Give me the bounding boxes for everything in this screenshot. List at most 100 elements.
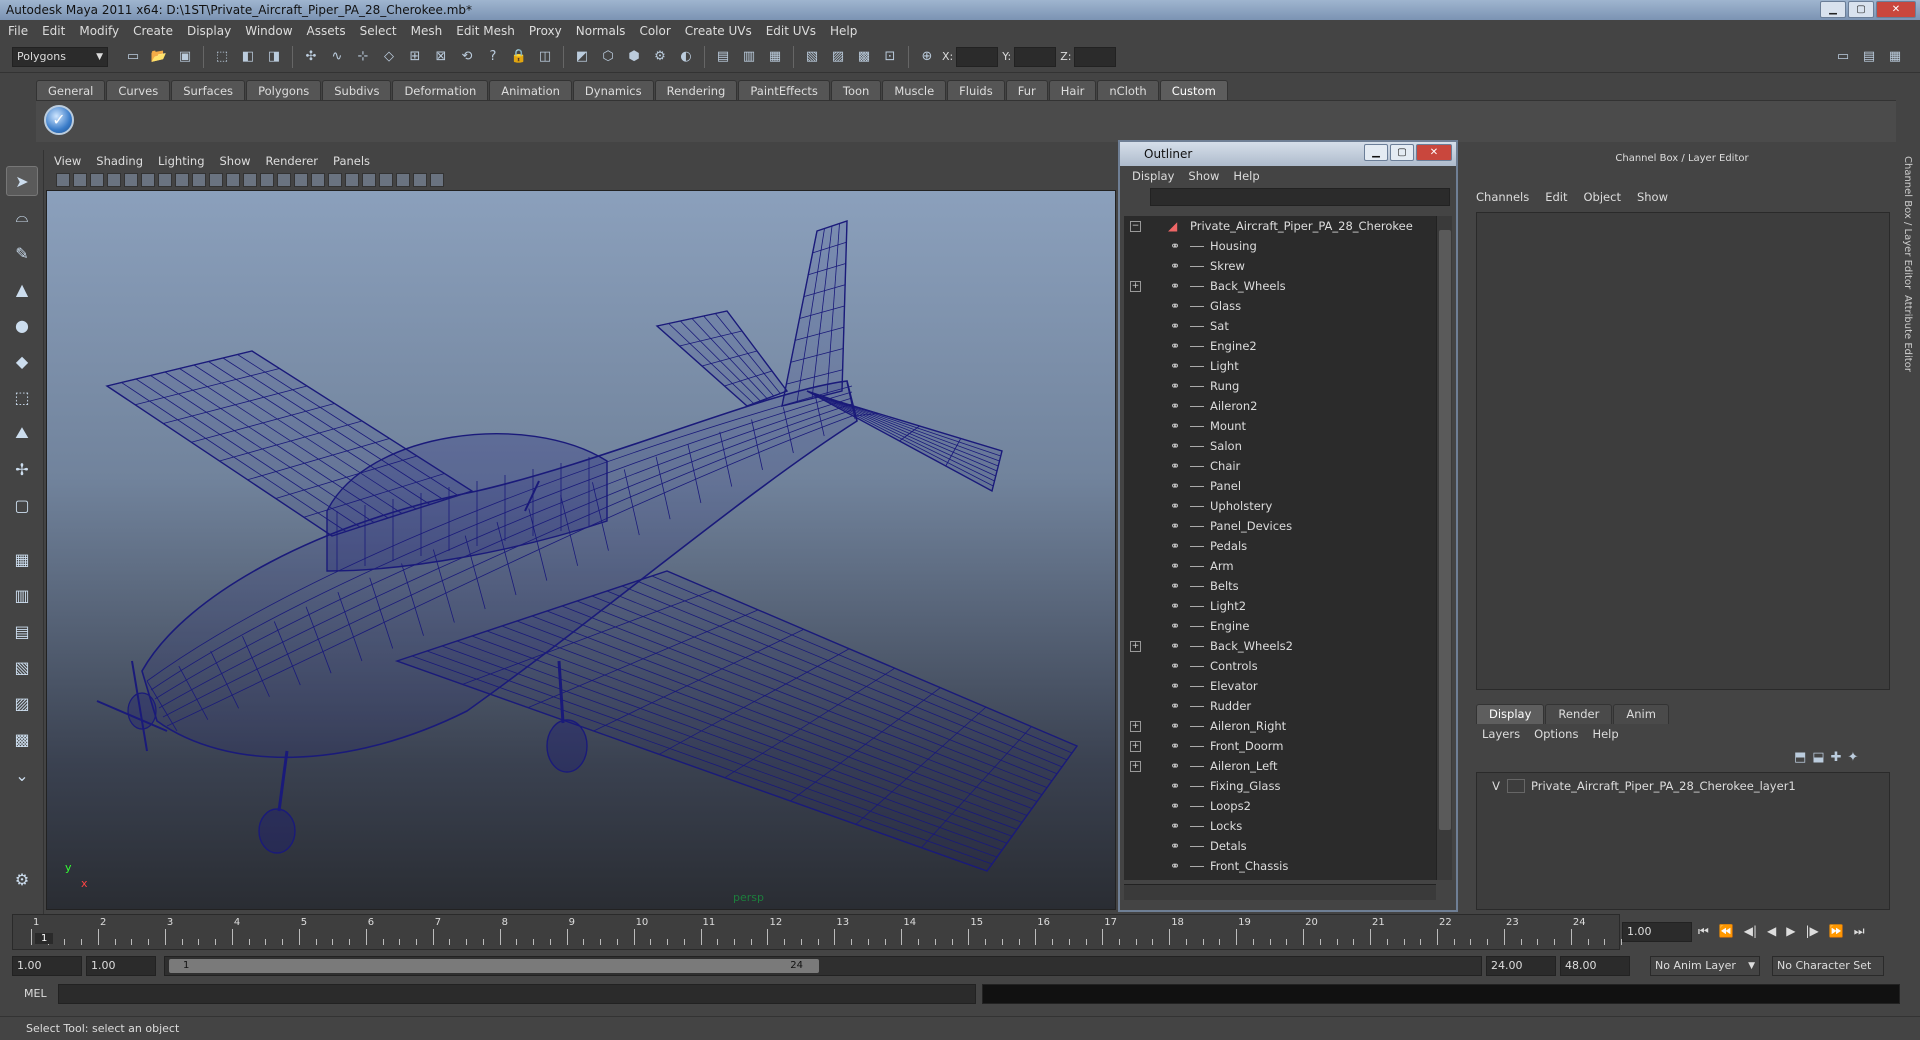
move-layer-up-icon[interactable]: ⬒ bbox=[1794, 750, 1806, 765]
new-layer-selected-icon[interactable]: ✦ bbox=[1848, 750, 1859, 765]
channel-menu-channels[interactable]: Channels bbox=[1476, 190, 1529, 204]
viewport-menu-lighting[interactable]: Lighting bbox=[158, 154, 204, 168]
outliner-item-front-chassis[interactable]: ⚭ Front_Chassis bbox=[1124, 856, 1436, 876]
go-to-end-icon[interactable]: ⏭ bbox=[1854, 924, 1865, 939]
perspective-viewport[interactable]: persp y x bbox=[46, 190, 1116, 910]
menu-modify[interactable]: Modify bbox=[79, 24, 119, 38]
channel-toggle-icon[interactable]: ▩ bbox=[853, 46, 875, 68]
z-input[interactable] bbox=[1074, 46, 1117, 67]
outliner-minimize-button[interactable]: ▁ bbox=[1364, 144, 1388, 161]
film-gate-icon[interactable] bbox=[158, 173, 172, 187]
lasso-tool-icon[interactable]: ⌓ bbox=[6, 202, 38, 232]
expand-icon[interactable]: + bbox=[1130, 740, 1141, 752]
anim-layer-dropdown[interactable]: No Anim Layer ▼ bbox=[1650, 956, 1760, 976]
menu-display[interactable]: Display bbox=[187, 24, 231, 38]
camera-select-icon[interactable] bbox=[56, 173, 70, 187]
outliner-vertical-scrollbar[interactable] bbox=[1436, 216, 1452, 880]
paint-select-tool-icon[interactable]: ✎ bbox=[6, 238, 38, 268]
shelf-tab-fur[interactable]: Fur bbox=[1005, 80, 1048, 100]
shelf-tab-curves[interactable]: Curves bbox=[106, 80, 171, 100]
channel-box-toggle-icon[interactable]: ▦ bbox=[1884, 46, 1906, 68]
outliner-item-housing[interactable]: ⚭ Housing bbox=[1124, 236, 1436, 256]
outliner-item-locks[interactable]: ⚭ Locks bbox=[1124, 816, 1436, 836]
outliner-item-front-doorm[interactable]: + ⚭ Front_Doorm bbox=[1124, 736, 1436, 756]
outliner-maximize-button[interactable]: ▢ bbox=[1390, 144, 1414, 161]
outliner-item-fixing-glass[interactable]: ⚭ Fixing_Glass bbox=[1124, 776, 1436, 796]
layer-color-swatch[interactable] bbox=[1507, 779, 1525, 793]
shelf-tab-dynamics[interactable]: Dynamics bbox=[572, 80, 654, 100]
layer-tab-anim[interactable]: Anim bbox=[1613, 704, 1669, 724]
outliner-item-engine[interactable]: ⚭ Engine bbox=[1124, 616, 1436, 636]
gate-mask-icon[interactable] bbox=[192, 173, 206, 187]
channel-menu-edit[interactable]: Edit bbox=[1545, 190, 1567, 204]
outliner-item-engine2[interactable]: ⚭ Engine2 bbox=[1124, 336, 1436, 356]
play-backwards-icon[interactable]: ◀ bbox=[1767, 924, 1776, 939]
outliner-item-salon[interactable]: ⚭ Salon bbox=[1124, 436, 1436, 456]
safe-action-icon[interactable] bbox=[226, 173, 240, 187]
animation-start-field[interactable]: 1.00 bbox=[12, 956, 82, 976]
shelf-tab-animation[interactable]: Animation bbox=[489, 80, 572, 100]
new-scene-icon[interactable]: ▭ bbox=[122, 46, 144, 68]
outliner-item-arm[interactable]: ⚭ Arm bbox=[1124, 556, 1436, 576]
layer-visibility-toggle[interactable]: V bbox=[1485, 779, 1507, 793]
z-field[interactable]: Z: bbox=[1060, 46, 1117, 67]
shelf-tab-muscle[interactable]: Muscle bbox=[882, 80, 947, 100]
backface-culling-icon[interactable] bbox=[430, 173, 444, 187]
outliner-horizontal-scrollbar[interactable] bbox=[1124, 884, 1436, 900]
outliner-menu-show[interactable]: Show bbox=[1188, 169, 1219, 183]
transform-mode-icon[interactable]: ⊕ bbox=[916, 46, 938, 68]
menu-normals[interactable]: Normals bbox=[576, 24, 626, 38]
range-slider[interactable]: 1 24 bbox=[164, 956, 1482, 976]
menu-edit-uvs[interactable]: Edit UVs bbox=[766, 24, 816, 38]
shelf-tab-polygons[interactable]: Polygons bbox=[246, 80, 322, 100]
viewport-menu-panels[interactable]: Panels bbox=[333, 154, 370, 168]
custom-shelf-button[interactable]: ✓ bbox=[44, 105, 74, 135]
last-tool-icon[interactable]: ▢ bbox=[6, 490, 38, 520]
step-forward-key-icon[interactable]: ⏩ bbox=[1829, 924, 1844, 939]
range-slider-thumb[interactable]: 1 24 bbox=[169, 959, 819, 973]
outliner-item-rudder[interactable]: ⚭ Rudder bbox=[1124, 696, 1436, 716]
collapse-icon[interactable]: − bbox=[1130, 220, 1141, 232]
soft-mod-tool-icon[interactable]: ⛰ bbox=[6, 418, 38, 448]
graph-layout-icon[interactable]: ▧ bbox=[6, 652, 38, 682]
help-icon[interactable]: ? bbox=[482, 46, 504, 68]
default-light-icon[interactable] bbox=[328, 173, 342, 187]
shelf-tab-fluids[interactable]: Fluids bbox=[947, 80, 1005, 100]
animation-end-field[interactable]: 48.00 bbox=[1560, 956, 1630, 976]
step-back-key-icon[interactable]: ⏪ bbox=[1719, 924, 1734, 939]
outliner-item-detals[interactable]: ⚭ Detals bbox=[1124, 836, 1436, 856]
outliner-item-aileron-right[interactable]: + ⚭ Aileron_Right bbox=[1124, 716, 1436, 736]
outliner-item-light2[interactable]: ⚭ Light2 bbox=[1124, 596, 1436, 616]
shelf-tab-custom[interactable]: Custom bbox=[1159, 80, 1228, 100]
isolate-select-icon[interactable] bbox=[379, 173, 393, 187]
construction-history-icon[interactable]: ◩ bbox=[571, 46, 593, 68]
outliner-item-chair[interactable]: ⚭ Chair bbox=[1124, 456, 1436, 476]
outliner-item-aileron2[interactable]: ⚭ Aileron2 bbox=[1124, 396, 1436, 416]
outliner-item-upholstery[interactable]: ⚭ Upholstery bbox=[1124, 496, 1436, 516]
shelf-tab-general[interactable]: General bbox=[36, 80, 106, 100]
quick-layout-icon[interactable]: ⚙ bbox=[6, 864, 38, 894]
lock-icon[interactable]: 🔒 bbox=[508, 46, 530, 68]
snap-plane-icon[interactable]: ◇ bbox=[378, 46, 400, 68]
tool-settings-icon[interactable]: ▨ bbox=[827, 46, 849, 68]
shelf-tab-hair[interactable]: Hair bbox=[1048, 80, 1097, 100]
bookmark-icon[interactable] bbox=[90, 173, 104, 187]
mel-label[interactable]: MEL bbox=[24, 987, 47, 1000]
snap-curve-icon[interactable]: ∿ bbox=[326, 46, 348, 68]
select-hierarchy-icon[interactable]: ⬚ bbox=[211, 46, 233, 68]
step-back-frame-icon[interactable]: ◀| bbox=[1744, 924, 1757, 939]
outliner-item-sat[interactable]: ⚭ Sat bbox=[1124, 316, 1436, 336]
history-icon[interactable]: ⟲ bbox=[456, 46, 478, 68]
menu-proxy[interactable]: Proxy bbox=[529, 24, 562, 38]
x-field[interactable]: X: bbox=[942, 46, 999, 67]
wireframe-on-shaded-icon[interactable] bbox=[294, 173, 308, 187]
shadows-icon[interactable] bbox=[362, 173, 376, 187]
layer-tab-display[interactable]: Display bbox=[1476, 704, 1545, 724]
current-frame-field[interactable]: 1.00 bbox=[1622, 922, 1692, 942]
menu-mesh[interactable]: Mesh bbox=[411, 24, 443, 38]
open-scene-icon[interactable]: 📂 bbox=[148, 46, 170, 68]
shelf-tab-toon[interactable]: Toon bbox=[830, 80, 882, 100]
soft-select-icon[interactable]: ◫ bbox=[534, 46, 556, 68]
step-forward-frame-icon[interactable]: |▶ bbox=[1806, 924, 1819, 939]
channel-menu-show[interactable]: Show bbox=[1637, 190, 1668, 204]
